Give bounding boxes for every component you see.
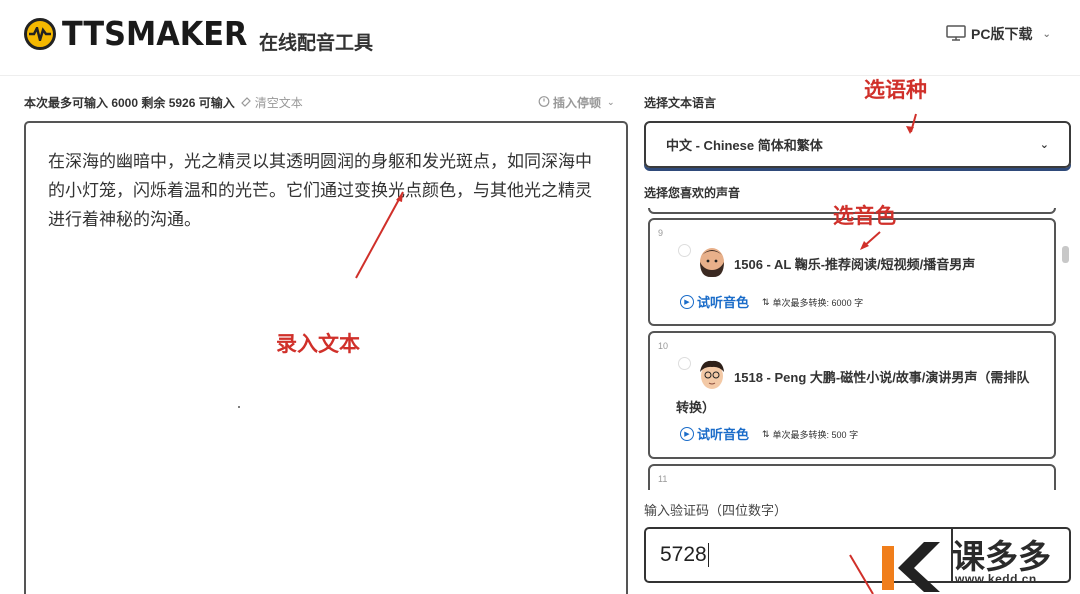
watermark-text: 课多多: [952, 538, 1051, 575]
watermark-url: www.kedd.cn: [955, 572, 1037, 586]
annotation-arrows: [238, 113, 917, 594]
